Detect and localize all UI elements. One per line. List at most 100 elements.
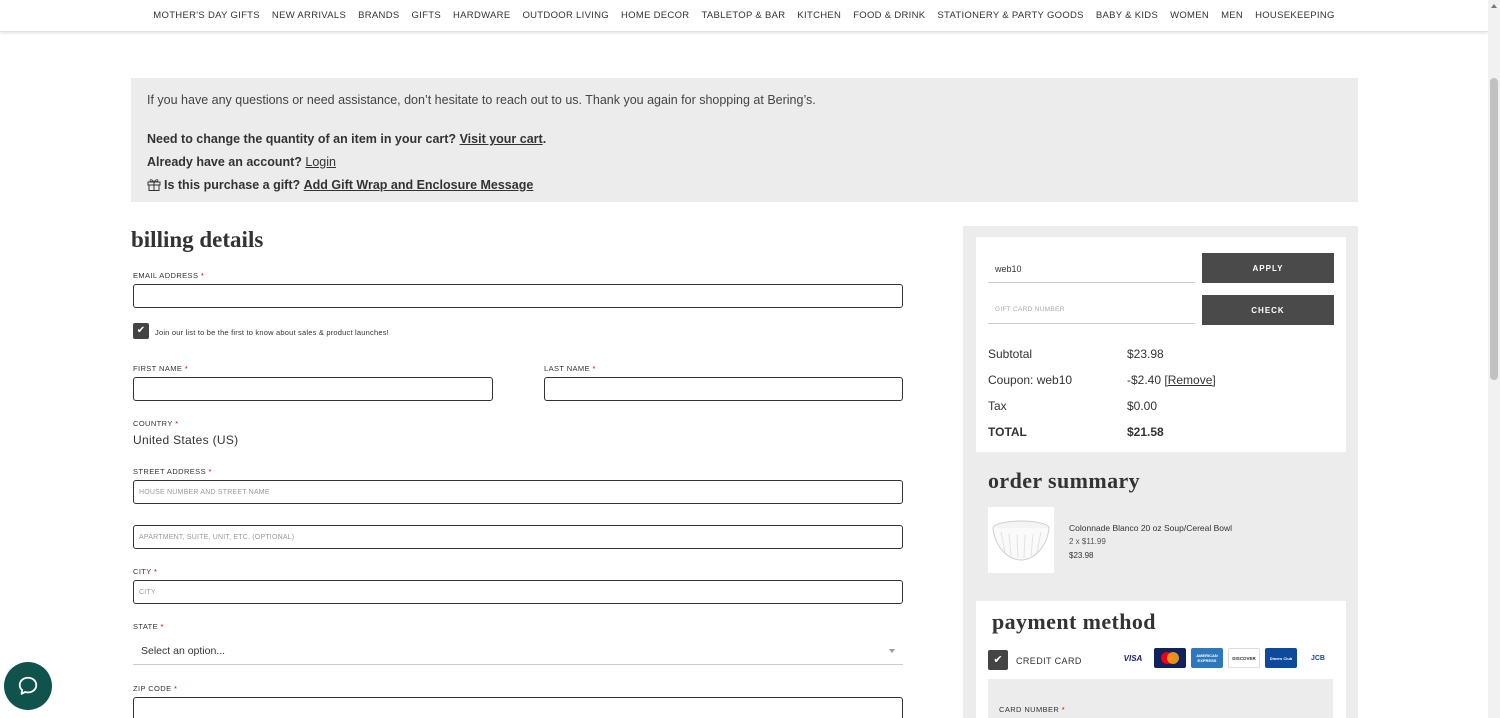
- check-gift-card-button[interactable]: CHECK: [1202, 295, 1334, 325]
- zip-code-label: ZIP CODE *: [133, 684, 177, 693]
- first-name-field[interactable]: [133, 377, 493, 401]
- state-select[interactable]: Select an option...: [133, 638, 903, 665]
- newsletter-checkbox[interactable]: ✔: [133, 323, 149, 339]
- gift-wrap-link[interactable]: Add Gift Wrap and Enclosure Message: [304, 178, 534, 192]
- coupon-value: -$2.40: [1127, 373, 1162, 387]
- gift-question: Is this purchase a gift?: [164, 178, 301, 192]
- city-label: CITY *: [133, 567, 157, 576]
- scroll-up-arrow-icon[interactable]: [1491, 4, 1497, 8]
- nav-item-housekeeping[interactable]: HOUSEKEEPING: [1255, 10, 1335, 21]
- nav-item-tabletop-bar[interactable]: TABLETOP & BAR: [701, 10, 785, 21]
- nav-item-baby-kids[interactable]: BABY & KIDS: [1096, 10, 1158, 21]
- city-field[interactable]: CITY: [133, 580, 903, 604]
- email-label: EMAIL ADDRESS *: [133, 271, 204, 280]
- amex-logo-icon: AMERICAN EXPRESS: [1191, 648, 1223, 668]
- zip-code-field[interactable]: [133, 697, 903, 718]
- required-mark: *: [1061, 705, 1066, 714]
- email-field[interactable]: [133, 284, 903, 308]
- cart-question: Need to change the quantity of an item i…: [147, 132, 457, 146]
- nav-item-brands[interactable]: BRANDS: [358, 10, 399, 21]
- login-link[interactable]: Login: [305, 155, 336, 169]
- account-question: Already have an account?: [147, 155, 302, 169]
- top-navigation: MOTHER'S DAY GIFTS NEW ARRIVALS BRANDS G…: [0, 0, 1488, 32]
- nav-item-mothers-day-gifts[interactable]: MOTHER'S DAY GIFTS: [153, 10, 260, 21]
- checkout-notice: If you have any questions or need assist…: [131, 78, 1358, 202]
- order-summary-title: order summary: [988, 468, 1141, 493]
- gift-question-line: Is this purchase a gift? Add Gift Wrap a…: [147, 174, 1342, 197]
- subtotal-label: Subtotal: [988, 347, 1033, 361]
- chat-icon: [18, 676, 38, 695]
- coupon-code-input[interactable]: web10: [988, 255, 1195, 283]
- nav-item-men[interactable]: MEN: [1221, 10, 1243, 21]
- jcb-logo-icon: JCB: [1302, 648, 1334, 668]
- nav-item-new-arrivals[interactable]: NEW ARRIVALS: [272, 10, 346, 21]
- payment-method-title: payment method: [992, 609, 1156, 634]
- coupon-discount: -$2.40 [Remove]: [1127, 372, 1216, 388]
- subtotal-value: $23.98: [1127, 347, 1164, 361]
- coupon-label: Coupon: web10: [988, 373, 1073, 387]
- last-name-field[interactable]: [544, 377, 903, 401]
- nav-item-food-drink[interactable]: FOOD & DRINK: [853, 10, 925, 21]
- newsletter-label: Join our list to be the first to know ab…: [155, 328, 389, 337]
- nav-item-hardware[interactable]: HARDWARE: [453, 10, 510, 21]
- product-quantity: 2 x $11.99: [1069, 537, 1106, 546]
- tax-label: Tax: [988, 399, 1007, 413]
- required-mark: *: [184, 364, 189, 373]
- required-mark: *: [175, 419, 179, 428]
- street-label-text: STREET ADDRESS: [133, 467, 206, 476]
- state-select-value: Select an option...: [141, 645, 226, 657]
- first-name-label-text: FIRST NAME: [133, 364, 183, 373]
- city-label-text: CITY: [133, 567, 152, 576]
- first-name-label: FIRST NAME *: [133, 364, 188, 373]
- notice-intro: If you have any questions or need assist…: [147, 93, 816, 107]
- page-scrollbar[interactable]: [1488, 0, 1500, 718]
- required-mark: *: [154, 567, 158, 576]
- cart-question-line: Need to change the quantity of an item i…: [147, 128, 1342, 151]
- bowl-icon: [992, 520, 1050, 561]
- remove-coupon-link[interactable]: [Remove]: [1164, 373, 1215, 387]
- tax-value: $0.00: [1127, 399, 1158, 413]
- discover-logo-icon: DISCOVER: [1228, 648, 1260, 668]
- state-label-text: STATE: [133, 622, 159, 631]
- required-mark: *: [160, 622, 164, 631]
- visit-cart-link[interactable]: Visit your cart: [460, 132, 543, 146]
- country-value: United States (US): [133, 433, 239, 447]
- credit-card-radio[interactable]: ✔: [988, 650, 1008, 670]
- last-name-label-text: LAST NAME: [544, 364, 590, 373]
- nav-item-women[interactable]: WOMEN: [1170, 10, 1209, 21]
- nav-item-stationery-party-goods[interactable]: STATIONERY & PARTY GOODS: [937, 10, 1083, 21]
- email-label-text: EMAIL ADDRESS: [133, 271, 199, 280]
- mastercard-logo-icon: [1154, 648, 1186, 668]
- visa-logo-icon: VISA: [1117, 648, 1149, 668]
- diners-club-logo-icon: Diners Club: [1265, 648, 1297, 668]
- card-number-label-text: CARD NUMBER: [999, 705, 1060, 714]
- product-name[interactable]: Colonnade Blanco 20 oz Soup/Cereal Bowl: [1069, 523, 1232, 533]
- required-mark: *: [592, 364, 596, 373]
- total-value: $21.58: [1127, 425, 1164, 439]
- account-question-line: Already have an account? Login: [147, 151, 1342, 174]
- chevron-down-icon: [889, 649, 895, 653]
- required-mark: *: [208, 467, 212, 476]
- zip-label-text: ZIP CODE: [133, 684, 172, 693]
- state-label: STATE *: [133, 622, 164, 631]
- apply-coupon-button[interactable]: APPLY: [1202, 253, 1334, 283]
- scrollbar-thumb[interactable]: [1490, 78, 1498, 380]
- required-mark: *: [173, 684, 178, 693]
- product-total: $23.98: [1069, 551, 1094, 560]
- gift-card-input[interactable]: GIFT CARD NUMBER: [988, 296, 1195, 324]
- total-label: TOTAL: [988, 425, 1027, 439]
- nav-item-gifts[interactable]: GIFTS: [412, 10, 441, 21]
- billing-details-title: billing details: [131, 227, 264, 252]
- street-address-field[interactable]: HOUSE NUMBER AND STREET NAME: [133, 480, 903, 504]
- nav-item-outdoor-living[interactable]: OUTDOOR LIVING: [522, 10, 609, 21]
- country-label-text: COUNTRY: [133, 419, 173, 428]
- product-image[interactable]: [988, 507, 1054, 573]
- last-name-label: LAST NAME *: [544, 364, 596, 373]
- cart-period: .: [542, 132, 547, 146]
- street-address-2-field[interactable]: APARTMENT, SUITE, UNIT, ETC. (OPTIONAL): [133, 525, 903, 549]
- chat-launcher-button[interactable]: [4, 662, 52, 710]
- nav-item-kitchen[interactable]: KITCHEN: [797, 10, 841, 21]
- country-label: COUNTRY *: [133, 419, 178, 428]
- nav-item-home-decor[interactable]: HOME DECOR: [621, 10, 689, 21]
- required-mark: *: [200, 271, 205, 280]
